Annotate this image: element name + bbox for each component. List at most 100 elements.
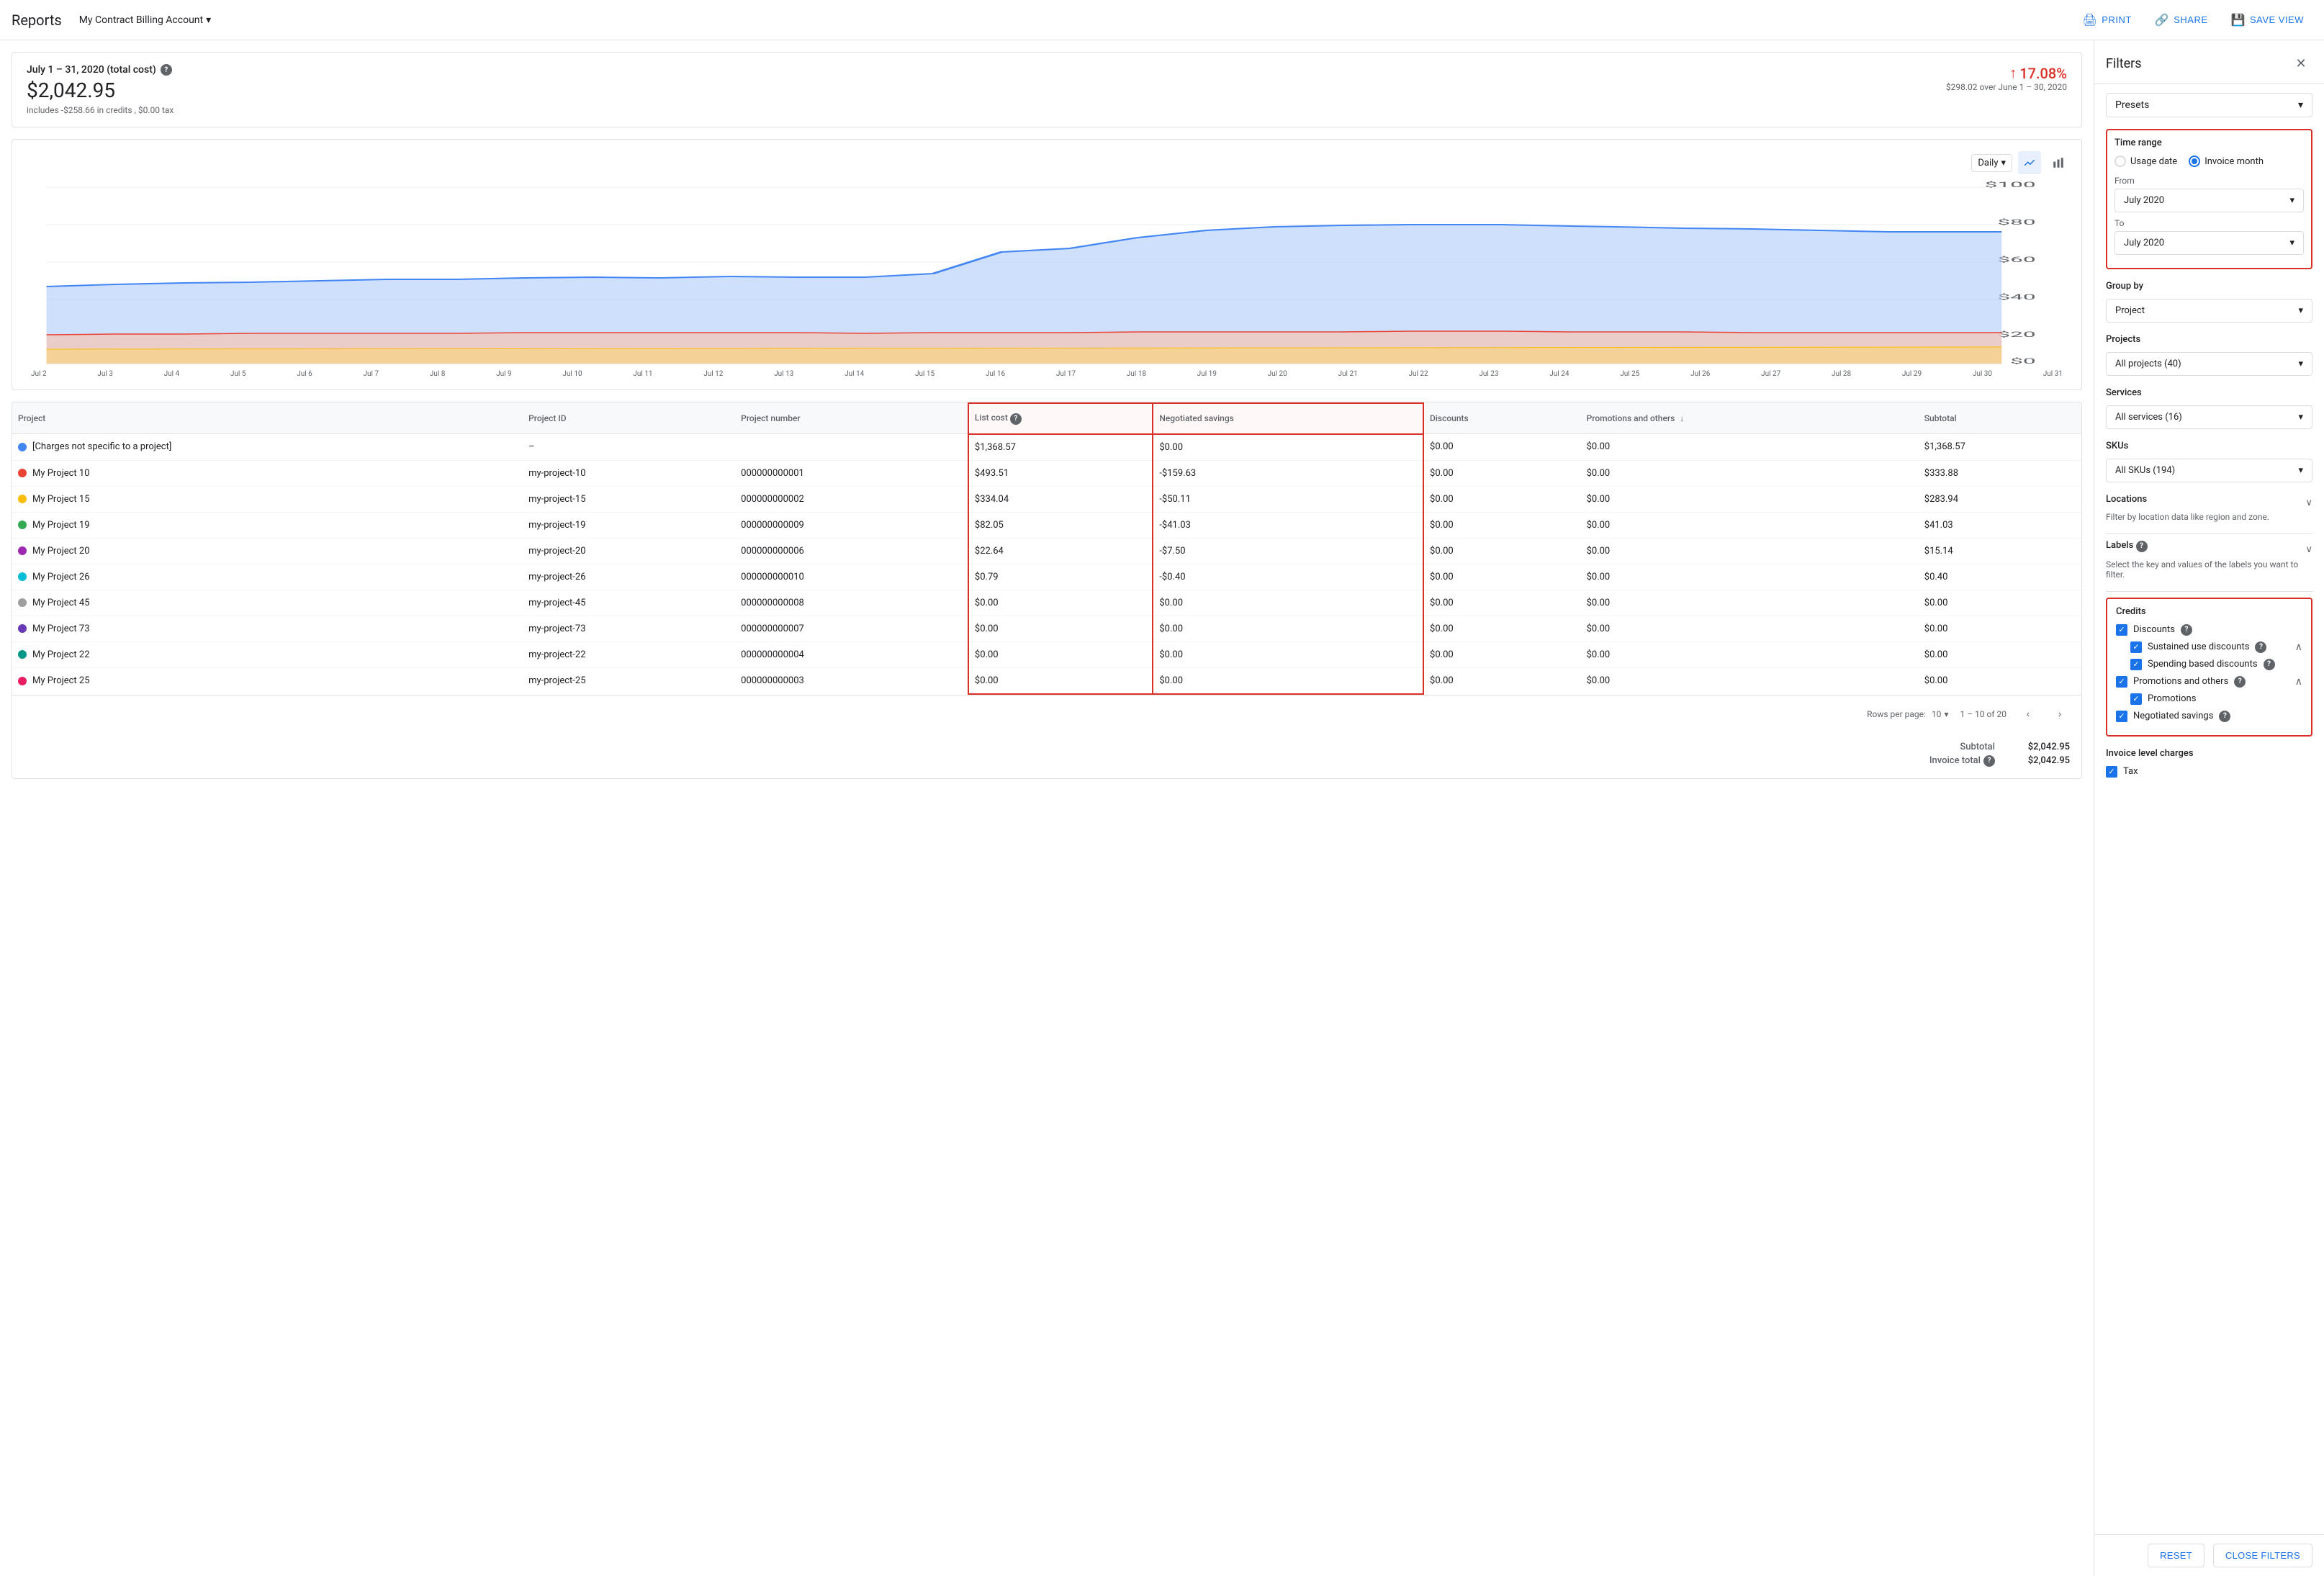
cell-project: My Project 45 — [12, 590, 523, 616]
header-actions: 🖨 PRINT 🔗 SHARE 💾 SAVE VIEW — [2073, 9, 2312, 32]
cell-project: My Project 73 — [12, 616, 523, 641]
invoice-total-info-icon[interactable]: ? — [1983, 755, 1995, 767]
from-label: From — [2114, 176, 2304, 186]
rows-select[interactable]: 10 ▾ — [1932, 709, 1949, 719]
tax-checkbox[interactable] — [2106, 766, 2117, 778]
promotions-and-others-checkbox-item[interactable]: Promotions and others ? ∧ — [2116, 676, 2302, 688]
locations-collapse-icon[interactable]: ∨ — [2305, 497, 2312, 508]
table-row: My Project 20 my-project-20 000000000006… — [12, 538, 2081, 564]
cell-project: My Project 20 — [12, 538, 523, 564]
cell-discounts: $0.00 — [1423, 434, 1581, 461]
project-name: My Project 20 — [32, 546, 90, 557]
negotiated-savings-checkbox-item[interactable]: Negotiated savings ? — [2116, 711, 2302, 722]
col-list-cost[interactable]: List cost ? — [968, 403, 1153, 434]
spending-based-checkbox[interactable] — [2130, 659, 2142, 670]
account-selector[interactable]: My Contract Billing Account ▾ — [73, 10, 217, 30]
cell-project-number: 000000000004 — [735, 641, 968, 667]
skus-title: SKUs — [2106, 441, 2312, 451]
share-button[interactable]: 🔗 SHARE — [2146, 9, 2217, 32]
save-view-button[interactable]: 💾 SAVE VIEW — [2222, 9, 2312, 32]
totals-section: Subtotal $2,042.95 Invoice total ? $2,04… — [12, 733, 2081, 778]
spending-based-info-icon[interactable]: ? — [2264, 659, 2275, 670]
promotions-checkbox-item[interactable]: Promotions — [2130, 693, 2302, 705]
sustained-use-checkbox[interactable] — [2130, 641, 2142, 653]
negotiated-savings-checkbox[interactable] — [2116, 711, 2127, 722]
usage-date-radio[interactable] — [2114, 156, 2126, 167]
cell-subtotal: $283.94 — [1919, 486, 2081, 512]
print-button[interactable]: 🖨 PRINT — [2073, 9, 2140, 32]
table-row: My Project 25 my-project-25 000000000003… — [12, 667, 2081, 694]
cell-project-id: my-project-45 — [523, 590, 735, 616]
tax-checkbox-item[interactable]: Tax — [2106, 766, 2312, 778]
bar-chart-button[interactable] — [2047, 151, 2070, 174]
services-dropdown[interactable]: All services (16) ▾ — [2106, 405, 2312, 429]
discounts-checkbox[interactable] — [2116, 624, 2127, 636]
to-dropdown[interactable]: July 2020 ▾ — [2114, 231, 2304, 255]
next-page-button[interactable]: › — [2050, 704, 2070, 724]
spending-based-checkbox-item[interactable]: Spending based discounts ? — [2130, 659, 2302, 670]
project-dot — [18, 650, 27, 659]
cell-negotiated-savings: -$7.50 — [1153, 538, 1423, 564]
usage-date-option[interactable]: Usage date — [2114, 156, 2177, 167]
promotions-checkbox[interactable] — [2130, 693, 2142, 705]
cell-negotiated-savings: -$0.40 — [1153, 564, 1423, 590]
invoice-total-value: $2,042.95 — [2012, 755, 2070, 766]
project-dot — [18, 469, 27, 477]
summary-info-icon[interactable]: ? — [161, 64, 172, 76]
labels-info-icon[interactable]: ? — [2136, 541, 2148, 552]
labels-section: Labels ? ∨ Select the key and values of … — [2106, 540, 2312, 580]
labels-collapse-icon[interactable]: ∨ — [2305, 544, 2312, 555]
chart-period-select[interactable]: Daily ▾ — [1971, 154, 2012, 172]
group-by-dropdown[interactable]: Project ▾ — [2106, 299, 2312, 323]
negotiated-savings-info-icon[interactable]: ? — [2219, 711, 2230, 722]
reset-button[interactable]: RESET — [2148, 1544, 2204, 1567]
cell-promotions: $0.00 — [1581, 486, 1919, 512]
cell-list-cost: $0.00 — [968, 667, 1153, 694]
cell-discounts: $0.00 — [1423, 667, 1581, 694]
cell-project-number: 000000000002 — [735, 486, 968, 512]
discounts-info-icon[interactable]: ? — [2181, 624, 2192, 636]
filters-close-button[interactable]: ✕ — [2289, 52, 2312, 75]
discounts-checkbox-item[interactable]: Discounts ? — [2116, 624, 2302, 636]
skus-dropdown[interactable]: All SKUs (194) ▾ — [2106, 459, 2312, 482]
time-range-title: Time range — [2114, 138, 2304, 148]
invoice-month-radio[interactable] — [2189, 156, 2200, 167]
project-name: [Charges not specific to a project] — [32, 441, 171, 452]
locations-description: Filter by location data like region and … — [2106, 512, 2312, 522]
to-label: To — [2114, 218, 2304, 228]
sort-icon[interactable]: ↓ — [1680, 413, 1684, 423]
close-filters-button[interactable]: CLOSE FILTERS — [2213, 1544, 2312, 1567]
col-negotiated-savings[interactable]: Negotiated savings — [1153, 403, 1423, 434]
promotions-and-others-chevron[interactable]: ∧ — [2295, 676, 2302, 688]
cell-project-number — [735, 434, 968, 461]
project-dot — [18, 521, 27, 529]
from-dropdown-icon: ▾ — [2289, 195, 2294, 206]
cell-project-id: my-project-26 — [523, 564, 735, 590]
promotions-and-others-info-icon[interactable]: ? — [2234, 676, 2246, 688]
invoice-month-option[interactable]: Invoice month — [2189, 156, 2264, 167]
prev-page-button[interactable]: ‹ — [2018, 704, 2038, 724]
project-dot — [18, 546, 27, 555]
services-dropdown-icon: ▾ — [2298, 412, 2303, 423]
from-dropdown[interactable]: July 2020 ▾ — [2114, 189, 2304, 212]
credits-section: Credits Discounts ? Sustained use discou… — [2106, 598, 2312, 737]
cell-list-cost: $493.51 — [968, 460, 1153, 486]
cell-project-id: my-project-73 — [523, 616, 735, 641]
summary-left: July 1 – 31, 2020 (total cost) ? $2,042.… — [27, 64, 174, 115]
projects-dropdown[interactable]: All projects (40) ▾ — [2106, 352, 2312, 376]
sustained-use-chevron[interactable]: ∧ — [2295, 641, 2302, 653]
to-dropdown-icon: ▾ — [2289, 238, 2294, 248]
cell-discounts: $0.00 — [1423, 564, 1581, 590]
cell-discounts: $0.00 — [1423, 460, 1581, 486]
col-discounts: Discounts — [1423, 403, 1581, 434]
list-cost-info-icon[interactable]: ? — [1010, 413, 1022, 425]
sustained-use-info-icon[interactable]: ? — [2255, 641, 2266, 653]
sustained-use-checkbox-item[interactable]: Sustained use discounts ? ∧ — [2130, 641, 2302, 653]
presets-select[interactable]: Presets ▾ — [2106, 93, 2312, 117]
col-project-id: Project ID — [523, 403, 735, 434]
promotions-and-others-checkbox[interactable] — [2116, 676, 2127, 688]
cell-subtotal: $0.00 — [1919, 641, 2081, 667]
cell-subtotal: $0.00 — [1919, 667, 2081, 694]
cell-project-number: 000000000009 — [735, 512, 968, 538]
line-chart-button[interactable] — [2018, 151, 2041, 174]
